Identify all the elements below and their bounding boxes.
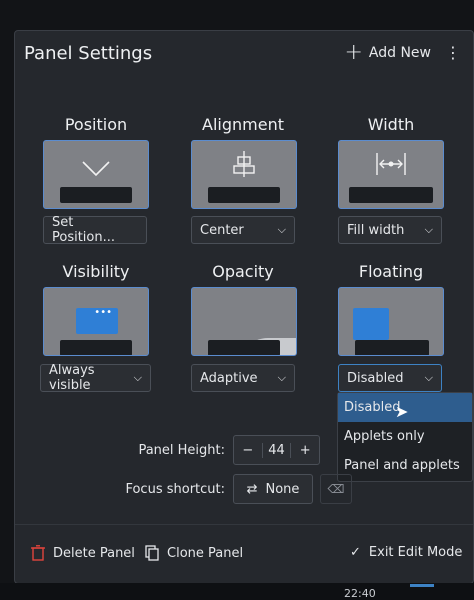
clock[interactable]: 22:40 (344, 587, 376, 600)
visibility-preview[interactable]: ••• (43, 287, 149, 356)
increment-button[interactable]: + (291, 443, 319, 458)
backspace-icon: ⌫ (327, 482, 345, 496)
clone-icon (145, 545, 159, 561)
floating-value: Disabled (347, 370, 404, 386)
floating-dropdown[interactable]: Disabled ⌵ (338, 364, 442, 392)
taskbar: 22:40 (0, 583, 474, 600)
focus-shortcut-label: Focus shortcut: (125, 482, 225, 497)
panel-settings-dialog: Panel Settings + Add New ⋮ Position Alig… (14, 30, 474, 584)
shortcut-settings-icon: ⇄ (246, 481, 258, 497)
chevron-down-icon: ⌵ (277, 371, 286, 384)
panel-bar-preview (60, 187, 132, 203)
set-position-button[interactable]: Set Position... (43, 215, 147, 245)
window-preview: ••• (76, 308, 118, 334)
alignment-value: Center (200, 222, 244, 238)
panel-bar-preview (355, 340, 429, 355)
clone-panel-label: Clone Panel (167, 545, 244, 561)
clone-panel-button[interactable]: Clone Panel (145, 545, 243, 561)
footer-divider (15, 524, 473, 525)
opacity-label: Opacity (212, 262, 274, 281)
alignment-preview[interactable] (191, 140, 297, 209)
floating-preview[interactable] (338, 287, 444, 356)
plus-icon: + (344, 39, 363, 65)
floating-label: Floating (358, 262, 424, 281)
set-position-label: Set Position... (52, 215, 116, 245)
add-new-label: Add New (368, 44, 431, 61)
opacity-preview[interactable] (191, 287, 297, 356)
width-value: Fill width (347, 222, 405, 238)
opacity-value: Adaptive (200, 370, 258, 386)
decrement-button[interactable]: − (234, 443, 262, 458)
focus-shortcut-value: None (265, 481, 300, 497)
chevron-down-icon: ⌵ (424, 371, 433, 384)
width-arrows-icon (376, 153, 406, 175)
visibility-value: Always visible (49, 363, 95, 393)
chevron-down-icon: ⌵ (424, 223, 433, 236)
menu-item-applets-only[interactable]: Applets only (338, 422, 472, 451)
delete-panel-button[interactable]: Delete Panel (31, 545, 135, 561)
clear-shortcut-button[interactable]: ⌫ (320, 474, 352, 504)
add-new-button[interactable]: + Add New ⋮ (344, 39, 461, 65)
alignment-dropdown[interactable]: Center ⌵ (191, 216, 295, 244)
panel-height-spinbox[interactable]: − 44 + (233, 435, 320, 465)
chevron-down-icon: ⌵ (277, 223, 286, 236)
window-preview (353, 308, 389, 340)
chevron-down-icon (82, 161, 110, 177)
dialog-title: Panel Settings (24, 43, 153, 64)
taskbar-indicator (410, 584, 434, 587)
menu-item-panel-and-applets[interactable]: Panel and applets (338, 451, 472, 480)
delete-panel-label: Delete Panel (53, 545, 135, 561)
alignment-label: Alignment (202, 115, 284, 134)
panel-bar-preview (208, 187, 280, 203)
opacity-dropdown[interactable]: Adaptive ⌵ (191, 364, 295, 392)
position-preview[interactable] (43, 140, 149, 209)
checkmark-icon: ✓ (350, 545, 361, 560)
position-label: Position (64, 115, 128, 134)
width-label: Width (367, 115, 415, 134)
panel-bar-preview (208, 340, 280, 355)
more-options-icon[interactable]: ⋮ (445, 43, 461, 62)
panel-height-label: Panel Height: (138, 443, 225, 458)
exit-edit-mode-button[interactable]: ✓ Exit Edit Mode (350, 545, 462, 560)
focus-shortcut-button[interactable]: ⇄ None (233, 474, 313, 504)
width-dropdown[interactable]: Fill width ⌵ (338, 216, 442, 244)
align-center-icon (233, 151, 255, 177)
visibility-label: Visibility (62, 262, 130, 281)
visibility-dropdown[interactable]: Always visible ⌵ (40, 363, 151, 393)
panel-bar-preview (60, 340, 132, 355)
width-preview[interactable] (338, 140, 444, 209)
chevron-down-icon: ⌵ (133, 371, 142, 384)
panel-bar-preview (349, 187, 433, 203)
panel-height-value[interactable]: 44 (261, 442, 292, 458)
trash-icon (31, 545, 45, 561)
exit-edit-mode-label: Exit Edit Mode (368, 545, 463, 560)
mouse-cursor-icon: ➤ (395, 402, 409, 421)
